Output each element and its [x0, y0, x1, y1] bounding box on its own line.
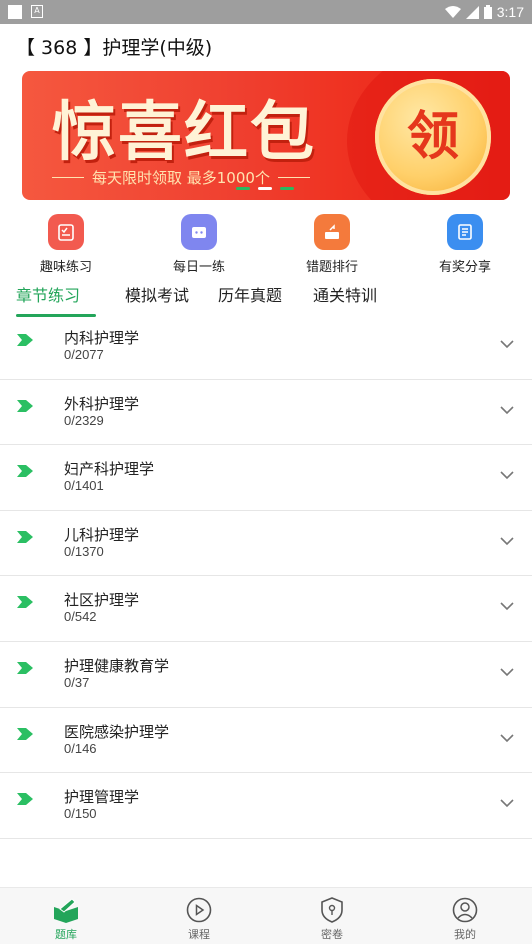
chapter-progress: 0/542 [64, 609, 97, 625]
signal-icon [465, 5, 479, 19]
sim-card-icon: A [31, 5, 43, 18]
chapter-name: 内科护理学 [64, 329, 140, 347]
chevron-down-icon[interactable] [500, 798, 514, 808]
promo-banner[interactable]: 惊喜红包 每天限时领取 最多1000个 领 [22, 71, 510, 200]
list-item[interactable]: 护理健康教育学 0/37 [0, 642, 532, 708]
banner-line-right [277, 176, 310, 179]
list-item[interactable]: 妇产科护理学 0/1401 [0, 445, 532, 511]
question-bank-icon [52, 896, 80, 924]
notification-square-icon [8, 5, 22, 19]
nav-secret-papers[interactable]: 密卷 [292, 896, 372, 942]
chapter-name: 外科护理学 [64, 394, 140, 413]
chevron-flag-icon [17, 334, 33, 346]
chapter-name: 儿科护理学 [64, 525, 140, 544]
list-item[interactable]: 内科护理学 0/2077 [0, 314, 532, 380]
chapter-progress: 0/37 [64, 674, 90, 690]
share-icon [447, 214, 483, 250]
nav-profile[interactable]: 我的 [425, 896, 505, 942]
list-item[interactable]: 医院感染护理学 0/146 [0, 708, 532, 774]
chevron-flag-icon [17, 465, 33, 478]
chevron-flag-icon [17, 399, 33, 412]
chevron-flag-icon [17, 596, 33, 609]
nav-label: 我的 [454, 928, 476, 941]
chapter-name: 护理健康教育学 [64, 656, 170, 675]
quick-item-quiz[interactable]: 趣味练习 [21, 214, 111, 275]
banner-line-left [52, 176, 84, 179]
nav-courses[interactable]: 课程 [159, 896, 239, 942]
chevron-down-icon[interactable] [500, 667, 514, 677]
chevron-down-icon[interactable] [500, 536, 514, 546]
chapter-progress: 0/146 [64, 740, 97, 756]
banner-subtitle-text: 每天限时领取 最多1000个 [92, 169, 270, 187]
quick-item-share[interactable]: 有奖分享 [420, 214, 510, 275]
nav-label: 课程 [188, 928, 210, 941]
chapter-progress: 0/150 [64, 806, 97, 822]
chevron-down-icon[interactable] [500, 733, 514, 743]
status-time: 3:17 [496, 4, 524, 20]
pager-dot[interactable] [280, 187, 294, 190]
page-title: 【 368 】护理学(中级) [16, 37, 213, 59]
banner-pager-dots [236, 187, 294, 190]
tab-special-training[interactable]: 通关特训 [313, 282, 377, 306]
chapter-name: 医院感染护理学 [64, 722, 170, 741]
tab-past-exams[interactable]: 历年真题 [218, 282, 282, 306]
list-item[interactable]: 儿科护理学 0/1370 [0, 511, 532, 577]
profile-icon [451, 896, 479, 924]
quick-menu: 趣味练习 每日一练 错题排行 有奖分享 [0, 214, 532, 275]
banner-headline: 惊喜红包 [52, 95, 316, 170]
nav-label: 密卷 [321, 928, 343, 941]
chevron-flag-icon [17, 727, 33, 740]
banner-coin[interactable]: 领 [375, 79, 491, 195]
play-course-icon [185, 896, 213, 924]
quick-item-ranking[interactable]: 错题排行 [287, 214, 377, 275]
pager-dot-active[interactable] [258, 187, 272, 190]
banner-subtitle: 每天限时领取 最多1000个 [52, 167, 310, 188]
quick-item-label: 错题排行 [305, 260, 358, 275]
chapter-name: 妇产科护理学 [64, 460, 155, 479]
list-item[interactable]: 护理管理学 0/150 [0, 773, 532, 839]
chevron-flag-icon [17, 530, 33, 543]
status-right: 3:17 [444, 0, 524, 24]
nav-question-bank[interactable]: 题库 [26, 896, 106, 942]
quick-item-label: 趣味练习 [39, 260, 92, 275]
secret-paper-icon [318, 896, 346, 924]
quiz-icon [48, 214, 84, 250]
pager-dot[interactable] [236, 187, 250, 190]
chapter-name: 社区护理学 [64, 591, 140, 610]
quick-item-daily[interactable]: 每日一练 [154, 214, 244, 275]
chevron-down-icon[interactable] [500, 601, 514, 611]
chapter-progress: 0/2329 [64, 412, 104, 428]
chevron-down-icon[interactable] [500, 470, 514, 480]
chapter-list: 内科护理学 0/2077 外科护理学 0/2329 妇产科护理学 0/1401 … [0, 314, 532, 839]
ranking-icon [314, 214, 350, 250]
chevron-flag-icon [17, 661, 33, 674]
quick-item-label: 每日一练 [172, 260, 225, 275]
bottom-nav: 题库 课程 密卷 我的 [0, 887, 532, 944]
quick-item-label: 有奖分享 [438, 260, 491, 275]
chevron-down-icon[interactable] [500, 405, 514, 415]
chevron-down-icon[interactable] [500, 339, 514, 349]
section-tabs: 章节练习 模拟考试 历年真题 通关特训 [0, 282, 532, 317]
daily-icon [181, 214, 217, 250]
list-item[interactable]: 外科护理学 0/2329 [0, 380, 532, 446]
chapter-progress: 0/1401 [64, 478, 104, 494]
chapter-name: 护理管理学 [64, 788, 140, 807]
tab-mock-exam[interactable]: 模拟考试 [125, 282, 189, 306]
chevron-flag-icon [17, 793, 33, 806]
battery-icon [483, 5, 492, 19]
wifi-icon [444, 6, 461, 18]
tab-chapter-practice[interactable]: 章节练习 [16, 282, 80, 306]
status-bar: A 3:17 [0, 0, 532, 24]
nav-label: 题库 [55, 928, 77, 941]
chapter-progress: 0/1370 [64, 543, 104, 559]
list-item[interactable]: 社区护理学 0/542 [0, 576, 532, 642]
chapter-progress: 0/2077 [64, 347, 104, 362]
